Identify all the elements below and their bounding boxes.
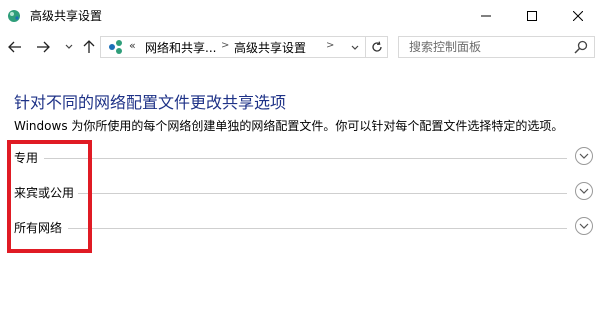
close-icon [573,10,583,21]
breadcrumb-overflow[interactable]: « [129,39,136,52]
close-button[interactable] [555,0,601,31]
breadcrumb-network-sharing[interactable]: 网络和共享... [145,39,216,56]
chevron-down-icon [579,223,589,229]
expand-private-button[interactable] [575,147,593,165]
expand-all-networks-button[interactable] [575,217,593,235]
minimize-icon [481,15,491,16]
page-heading: 针对不同的网络配置文件更改共享选项 [14,93,287,112]
network-location-icon [109,40,122,54]
up-arrow-icon [83,40,95,53]
maximize-button[interactable] [509,0,555,31]
up-button[interactable] [80,37,98,57]
minimize-button[interactable] [463,0,509,31]
section-guest-public[interactable]: 来宾或公用 [12,181,595,205]
title-bar: 高级共享设置 [0,0,601,31]
refresh-button[interactable] [366,36,388,58]
section-private[interactable]: 专用 [12,146,595,170]
expand-guest-public-button[interactable] [575,182,593,200]
chevron-down-icon [579,153,589,159]
window-title: 高级共享设置 [30,9,103,23]
breadcrumb-separator-end[interactable]: > [326,40,334,51]
maximize-icon [527,10,537,21]
back-button[interactable] [6,37,24,57]
forward-button[interactable] [34,37,52,57]
breadcrumb-advanced-sharing[interactable]: 高级共享设置 [234,39,306,56]
network-app-icon [8,10,20,22]
address-dropdown-icon[interactable] [351,45,359,51]
page-description: Windows 为你所使用的每个网络创建单独的网络配置文件。你可以针对每个配置文… [14,119,564,133]
search-box[interactable] [398,36,595,58]
section-divider [78,193,567,194]
recent-locations-button[interactable] [60,37,78,57]
section-divider [68,228,567,229]
refresh-icon [371,41,382,52]
section-all-networks[interactable]: 所有网络 [12,216,595,240]
breadcrumb-separator[interactable]: > [221,40,229,51]
forward-arrow-icon [37,41,50,53]
search-icon[interactable] [574,40,588,54]
chevron-down-icon [579,188,589,194]
back-arrow-icon [8,41,21,53]
address-row: « 网络和共享... > 高级共享设置 > [0,33,601,61]
red-highlight-box [7,140,92,253]
section-divider [44,158,567,159]
recent-locations-chevron-icon [65,44,73,49]
search-input[interactable] [399,37,579,57]
address-bar[interactable]: « 网络和共享... > 高级共享设置 > [100,36,366,58]
